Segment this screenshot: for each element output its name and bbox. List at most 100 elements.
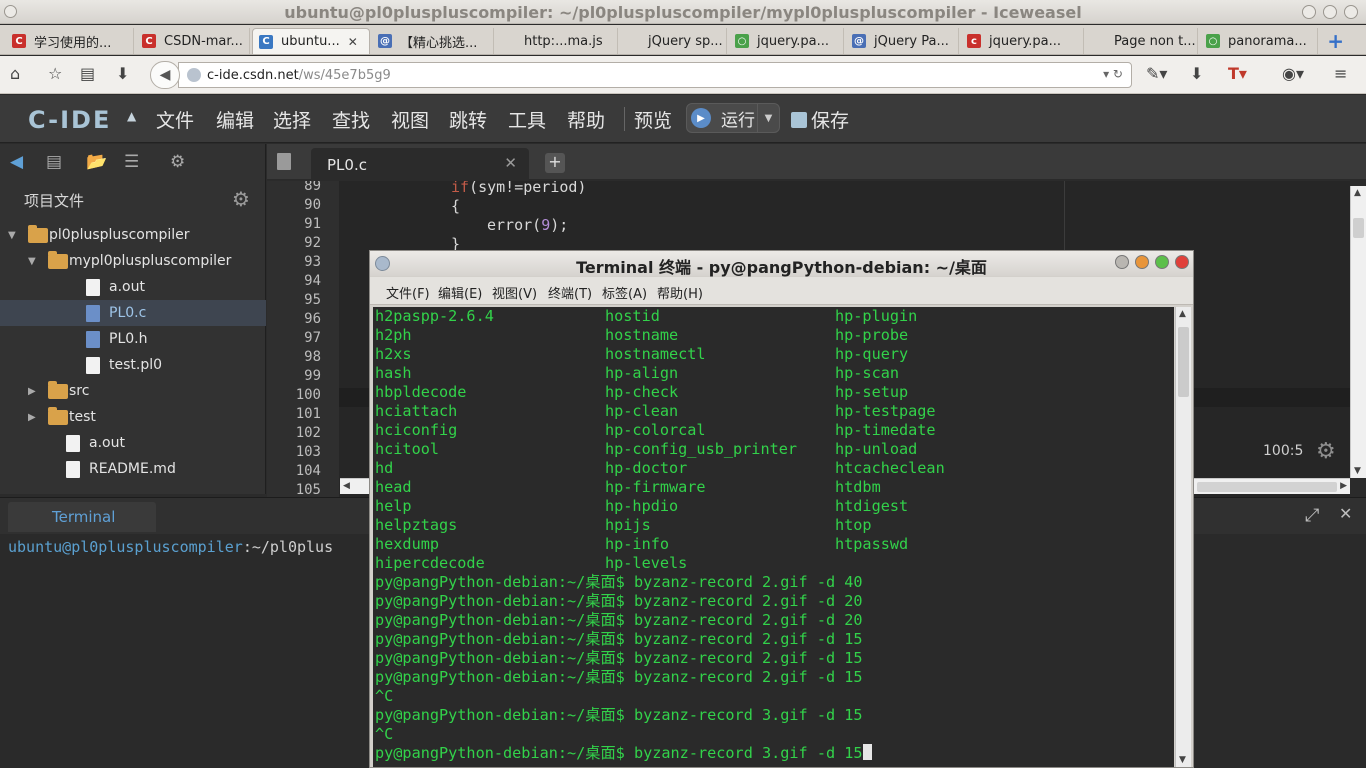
minimize-icon[interactable] — [1135, 255, 1149, 269]
terminal-line: py@pangPython-debian:~/桌面$ byzanz-record… — [375, 611, 863, 629]
privacy-icon[interactable]: ◉▾ — [1282, 65, 1304, 83]
browser-tab[interactable]: C CSDN-mar... — [136, 28, 250, 54]
scroll-down-icon[interactable]: ▼ — [1179, 755, 1186, 765]
close-icon[interactable] — [1344, 5, 1358, 19]
maximize-icon[interactable] — [1155, 255, 1169, 269]
browser-tab[interactable]: Cubuntu... ✕ — [252, 28, 370, 54]
collapse-sidebar-icon[interactable]: ◀ — [10, 152, 23, 172]
translate-icon[interactable]: T▾ — [1228, 65, 1247, 83]
command-name: htop — [835, 516, 872, 534]
tree-item[interactable]: ▼ mypl0pluspluscompiler — [0, 248, 266, 274]
window-controls — [1302, 5, 1358, 19]
preview-button[interactable]: 预览 — [634, 106, 672, 133]
editor-vertical-scrollbar[interactable]: ▲ ▼ — [1350, 186, 1366, 478]
tree-item[interactable]: test.pl0 — [0, 352, 266, 378]
outline-icon[interactable]: ▤ — [46, 152, 62, 172]
shade-icon[interactable] — [1115, 255, 1129, 269]
tree-item[interactable]: PL0.c — [0, 300, 266, 326]
menu-item[interactable]: 视图 — [391, 106, 429, 133]
browser-tab[interactable]: http:...ma.js — [496, 28, 618, 54]
file-icon[interactable] — [277, 153, 291, 170]
minimize-icon[interactable] — [1302, 5, 1316, 19]
chevron-down-icon[interactable]: ▼ — [28, 256, 36, 267]
tree-item[interactable]: ▶ src — [0, 378, 266, 404]
code-line: if(sym!=period) — [451, 181, 586, 196]
terminal-output[interactable]: h2paspp-2.6.4 h2ph h2xs hash hbpldecode hciat… — [373, 307, 1174, 767]
new-tab-button[interactable]: + — [1327, 31, 1344, 51]
menu-item[interactable]: 编辑 — [216, 106, 254, 133]
scroll-up-icon[interactable]: ▲ — [1354, 188, 1361, 198]
menu-item[interactable]: 文件 — [156, 106, 194, 133]
menu-icon[interactable]: ≡ — [1334, 65, 1347, 83]
url-dropdown-reload-icon[interactable]: ▾ ↻ — [1103, 67, 1123, 81]
tree-item[interactable]: a.out — [0, 430, 266, 456]
terminal-menu-item[interactable]: 文件(F) — [386, 283, 430, 302]
tab-pl0-c[interactable]: PL0.c ✕ — [311, 148, 529, 180]
browser-tab[interactable]: C 学习使用的... — [6, 28, 134, 54]
scroll-down-icon[interactable]: ▼ — [1354, 466, 1361, 476]
menu-item[interactable]: 查找 — [332, 106, 370, 133]
save-button[interactable]: 保存 — [791, 106, 849, 133]
terminal-menu-item[interactable]: 编辑(E) — [438, 283, 482, 302]
tree-item[interactable]: README.md — [0, 456, 266, 482]
close-tab-icon[interactable]: ✕ — [348, 35, 358, 49]
settings-icon[interactable]: ⚙ — [170, 152, 185, 172]
scroll-up-icon[interactable]: ▲ — [1179, 309, 1186, 319]
browser-tab[interactable]: @ 【精心挑选... — [372, 28, 494, 54]
terminal-menu-item[interactable]: 视图(V) — [492, 283, 537, 302]
terminal-menu-item[interactable]: 标签(A) — [602, 283, 647, 302]
tree-item[interactable]: ▶ test — [0, 404, 266, 430]
back-button[interactable]: ◀ — [150, 61, 180, 89]
close-icon[interactable] — [1175, 255, 1189, 269]
terminal-menu-item[interactable]: 终端(T) — [548, 283, 592, 302]
close-panel-icon[interactable]: ✕ — [1339, 504, 1352, 523]
expand-icon[interactable]: ⤢ — [1305, 505, 1319, 526]
run-man-icon[interactable]: ☰ — [124, 152, 139, 172]
browser-tab[interactable]: c jquery.pa... — [961, 28, 1084, 54]
chevron-down-icon[interactable]: ▼ — [8, 230, 16, 241]
site-identity-icon[interactable] — [187, 68, 201, 82]
menu-item[interactable]: 跳转 — [449, 106, 487, 133]
url-bar[interactable]: c-ide.csdn.net /ws/45e7b5g9 ▾ ↻ — [178, 62, 1132, 88]
editor-settings-icon[interactable]: ⚙ — [1316, 439, 1336, 464]
menu-item[interactable]: 工具 — [508, 106, 546, 133]
scroll-thumb[interactable] — [1353, 218, 1364, 238]
browser-tab[interactable]: Page non t... — [1086, 28, 1198, 54]
command-name: hostname — [605, 326, 679, 344]
run-dropdown-icon[interactable]: ▼ — [757, 104, 779, 132]
tree-item[interactable]: a.out — [0, 274, 266, 300]
terminal-menu-item[interactable]: 帮助(H) — [657, 283, 703, 302]
scroll-right-icon[interactable]: ▶ — [1340, 481, 1347, 491]
tab-terminal[interactable]: Terminal — [8, 502, 156, 532]
scroll-thumb[interactable] — [1178, 327, 1189, 397]
download-icon[interactable]: ⬇ — [116, 65, 129, 83]
caret-up-icon[interactable]: ▲ — [127, 109, 136, 123]
downloads-icon[interactable]: ⬇ — [1190, 65, 1203, 83]
run-button[interactable]: ▶ 运行 ▼ — [686, 103, 780, 133]
browser-tab[interactable]: jQuery sp... — [620, 28, 727, 54]
folder-open-icon[interactable]: 📂 — [86, 152, 107, 172]
chevron-right-icon[interactable]: ▶ — [28, 386, 36, 397]
terminal-titlebar[interactable]: Terminal 终端 - py@pangPython-debian: ~/桌面 — [370, 251, 1193, 277]
browser-tab[interactable]: ○ jquery.pa... — [729, 28, 844, 54]
browser-tab[interactable]: @ jQuery Pa... — [846, 28, 959, 54]
terminal-line: py@pangPython-debian:~/桌面$ byzanz-record… — [375, 573, 863, 591]
close-tab-icon[interactable]: ✕ — [504, 154, 517, 172]
scroll-thumb[interactable] — [1197, 482, 1337, 492]
chevron-right-icon[interactable]: ▶ — [28, 412, 36, 423]
reader-icon[interactable]: ▤ — [80, 65, 95, 83]
menu-item[interactable]: 帮助 — [567, 106, 605, 133]
home-icon[interactable]: ⌂ — [10, 65, 20, 83]
tree-item[interactable]: ▼ pl0pluspluscompiler — [0, 222, 266, 248]
terminal-prompt[interactable]: ubuntu@pl0pluspluscompiler:~/pl0plus — [8, 538, 333, 556]
maximize-icon[interactable] — [1323, 5, 1337, 19]
bookmark-star-icon[interactable]: ☆ — [48, 65, 62, 83]
project-gear-icon[interactable]: ⚙ — [232, 187, 250, 211]
menu-item[interactable]: 选择 — [273, 106, 311, 133]
terminal-scrollbar[interactable]: ▲ ▼ — [1175, 307, 1191, 767]
browser-tab[interactable]: ○ panorama... — [1200, 28, 1318, 54]
addon-icon[interactable]: ✎▾ — [1146, 65, 1167, 83]
add-tab-button[interactable]: + — [545, 153, 565, 173]
scroll-left-icon[interactable]: ◀ — [343, 481, 350, 491]
tree-item[interactable]: PL0.h — [0, 326, 266, 352]
